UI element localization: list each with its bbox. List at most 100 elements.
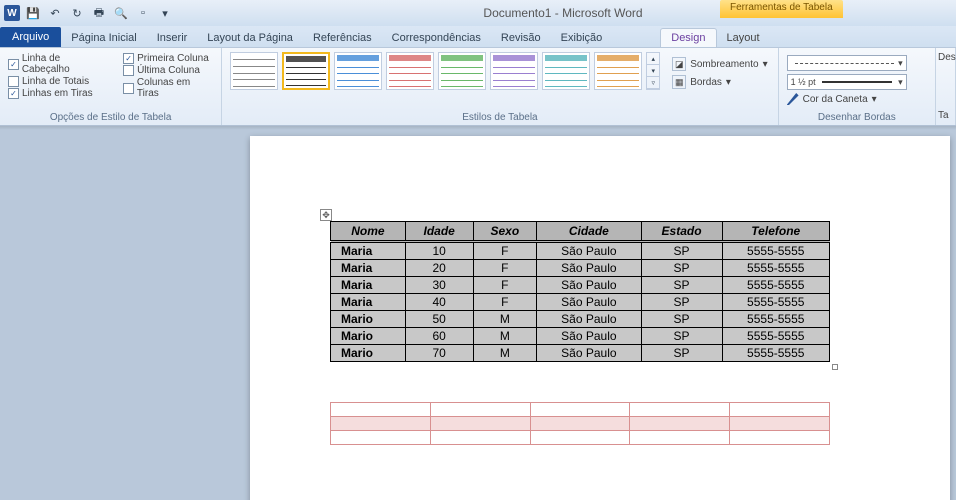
table-row[interactable]: Maria40FSão PauloSP5555-5555 xyxy=(331,294,830,311)
table-cell[interactable]: 50 xyxy=(405,311,473,328)
tab-pagina-inicial[interactable]: Página Inicial xyxy=(61,29,146,47)
table-style-swatch-selected[interactable] xyxy=(282,52,330,90)
table-header-cell[interactable]: Idade xyxy=(405,222,473,242)
table-cell[interactable]: 5555-5555 xyxy=(722,260,830,277)
gallery-more-button[interactable]: ▴▾▿ xyxy=(646,52,660,90)
opt-colunas-tiras[interactable]: Colunas em Tiras xyxy=(123,77,213,99)
line-weight-combo[interactable]: 1 ½ pt▾ xyxy=(787,74,907,90)
table-cell[interactable]: Mario xyxy=(331,345,406,362)
group-draw-borders: ▾ 1 ½ pt▾ Cor da Caneta ▾ Desenhar Borda… xyxy=(779,48,936,125)
table-cell[interactable]: SP xyxy=(641,260,722,277)
save-icon[interactable]: 💾 xyxy=(24,4,42,22)
tab-inserir[interactable]: Inserir xyxy=(147,29,198,47)
tab-layout[interactable]: Layout xyxy=(717,29,770,47)
tab-referencias[interactable]: Referências xyxy=(303,29,382,47)
opt-primeira-coluna[interactable]: Primeira Coluna xyxy=(123,53,213,64)
table-cell[interactable]: São Paulo xyxy=(537,345,641,362)
table-cell[interactable]: F xyxy=(473,242,537,260)
opt-linhas-tiras[interactable]: Linhas em Tiras xyxy=(8,88,109,99)
table-style-swatch[interactable] xyxy=(386,52,434,90)
table-cell[interactable]: Maria xyxy=(331,294,406,311)
table-cell[interactable]: São Paulo xyxy=(537,242,641,260)
table-header-cell[interactable]: Cidade xyxy=(537,222,641,242)
table-cell[interactable]: SP xyxy=(641,345,722,362)
table-row[interactable]: Maria30FSão PauloSP5555-5555 xyxy=(331,277,830,294)
table-header-cell[interactable]: Nome xyxy=(331,222,406,242)
table-style-swatch[interactable] xyxy=(334,52,382,90)
empty-table[interactable] xyxy=(330,402,830,445)
line-style-combo[interactable]: ▾ xyxy=(787,55,907,71)
shading-button[interactable]: ◪Sombreamento ▾ xyxy=(670,56,769,72)
table-cell[interactable]: Mario xyxy=(331,328,406,345)
table-cell[interactable]: Maria xyxy=(331,277,406,294)
table-cell[interactable]: 70 xyxy=(405,345,473,362)
borders-button[interactable]: ▦Bordas ▾ xyxy=(670,74,769,90)
table-row[interactable]: Mario60MSão PauloSP5555-5555 xyxy=(331,328,830,345)
table-resize-handle-icon[interactable] xyxy=(832,364,838,370)
table-cell[interactable]: 5555-5555 xyxy=(722,294,830,311)
tab-arquivo[interactable]: Arquivo xyxy=(0,27,61,47)
table-cell[interactable]: 10 xyxy=(405,242,473,260)
redo-icon[interactable]: ↻ xyxy=(68,4,86,22)
undo-icon[interactable]: ↶ xyxy=(46,4,64,22)
table-cell[interactable]: F xyxy=(473,277,537,294)
table-cell[interactable]: M xyxy=(473,328,537,345)
table-row[interactable]: Mario50MSão PauloSP5555-5555 xyxy=(331,311,830,328)
print-icon[interactable]: 🖶 xyxy=(90,4,108,22)
table-style-swatch[interactable] xyxy=(230,52,278,90)
table-cell[interactable]: 60 xyxy=(405,328,473,345)
tab-exibicao[interactable]: Exibição xyxy=(551,29,613,47)
table-cell[interactable]: 5555-5555 xyxy=(722,311,830,328)
tab-revisao[interactable]: Revisão xyxy=(491,29,551,47)
opt-linha-totais[interactable]: Linha de Totais xyxy=(8,76,109,87)
table-cell[interactable]: SP xyxy=(641,328,722,345)
table-cell[interactable]: SP xyxy=(641,277,722,294)
table-cell[interactable]: M xyxy=(473,345,537,362)
word-app-icon[interactable]: W xyxy=(4,5,20,21)
table-cell[interactable]: 40 xyxy=(405,294,473,311)
table-cell[interactable]: 5555-5555 xyxy=(722,277,830,294)
table-cell[interactable]: SP xyxy=(641,294,722,311)
qat-customize-icon[interactable]: ▾ xyxy=(156,4,174,22)
table-cell[interactable]: 20 xyxy=(405,260,473,277)
table-cell[interactable]: São Paulo xyxy=(537,260,641,277)
table-cell[interactable]: São Paulo xyxy=(537,294,641,311)
new-doc-icon[interactable]: ▫ xyxy=(134,4,152,22)
opt-linha-cabecalho[interactable]: Linha de Cabeçalho xyxy=(8,53,109,75)
tab-design[interactable]: Design xyxy=(660,28,716,47)
tab-correspondencias[interactable]: Correspondências xyxy=(382,29,491,47)
table-header-cell[interactable]: Telefone xyxy=(722,222,830,242)
table-cell[interactable]: SP xyxy=(641,242,722,260)
table-cell[interactable]: 5555-5555 xyxy=(722,328,830,345)
table-row[interactable]: Maria20FSão PauloSP5555-5555 xyxy=(331,260,830,277)
table-cell[interactable]: Maria xyxy=(331,242,406,260)
table-style-swatch[interactable] xyxy=(438,52,486,90)
data-table[interactable]: NomeIdadeSexoCidadeEstadoTelefone Maria1… xyxy=(330,221,830,362)
table-move-handle-icon[interactable]: ✥ xyxy=(320,209,332,221)
table-cell[interactable]: M xyxy=(473,311,537,328)
table-cell[interactable]: Maria xyxy=(331,260,406,277)
table-header-cell[interactable]: Sexo xyxy=(473,222,537,242)
table-style-swatch[interactable] xyxy=(542,52,590,90)
table-cell[interactable]: São Paulo xyxy=(537,328,641,345)
table-style-swatch[interactable] xyxy=(594,52,642,90)
table-cell[interactable]: São Paulo xyxy=(537,311,641,328)
table-style-swatch[interactable] xyxy=(490,52,538,90)
table-cell[interactable]: Mario xyxy=(331,311,406,328)
page[interactable]: ✥ NomeIdadeSexoCidadeEstadoTelefone Mari… xyxy=(250,136,950,500)
table-cell[interactable]: F xyxy=(473,260,537,277)
table-cell[interactable]: 5555-5555 xyxy=(722,242,830,260)
table-cell[interactable]: São Paulo xyxy=(537,277,641,294)
table-header-cell[interactable]: Estado xyxy=(641,222,722,242)
preview-icon[interactable]: 🔍 xyxy=(112,4,130,22)
table-cell[interactable]: 5555-5555 xyxy=(722,345,830,362)
table-cell[interactable]: 30 xyxy=(405,277,473,294)
table-cell[interactable]: SP xyxy=(641,311,722,328)
tab-layout-pagina[interactable]: Layout da Página xyxy=(197,29,303,47)
table-row[interactable]: Mario70MSão PauloSP5555-5555 xyxy=(331,345,830,362)
table-row[interactable]: Maria10FSão PauloSP5555-5555 xyxy=(331,242,830,260)
opt-ultima-coluna[interactable]: Última Coluna xyxy=(123,65,213,76)
pen-color-button[interactable]: Cor da Caneta ▾ xyxy=(787,93,927,105)
group-table-styles: ▴▾▿ ◪Sombreamento ▾ ▦Bordas ▾ Estilos de… xyxy=(222,48,778,125)
table-cell[interactable]: F xyxy=(473,294,537,311)
